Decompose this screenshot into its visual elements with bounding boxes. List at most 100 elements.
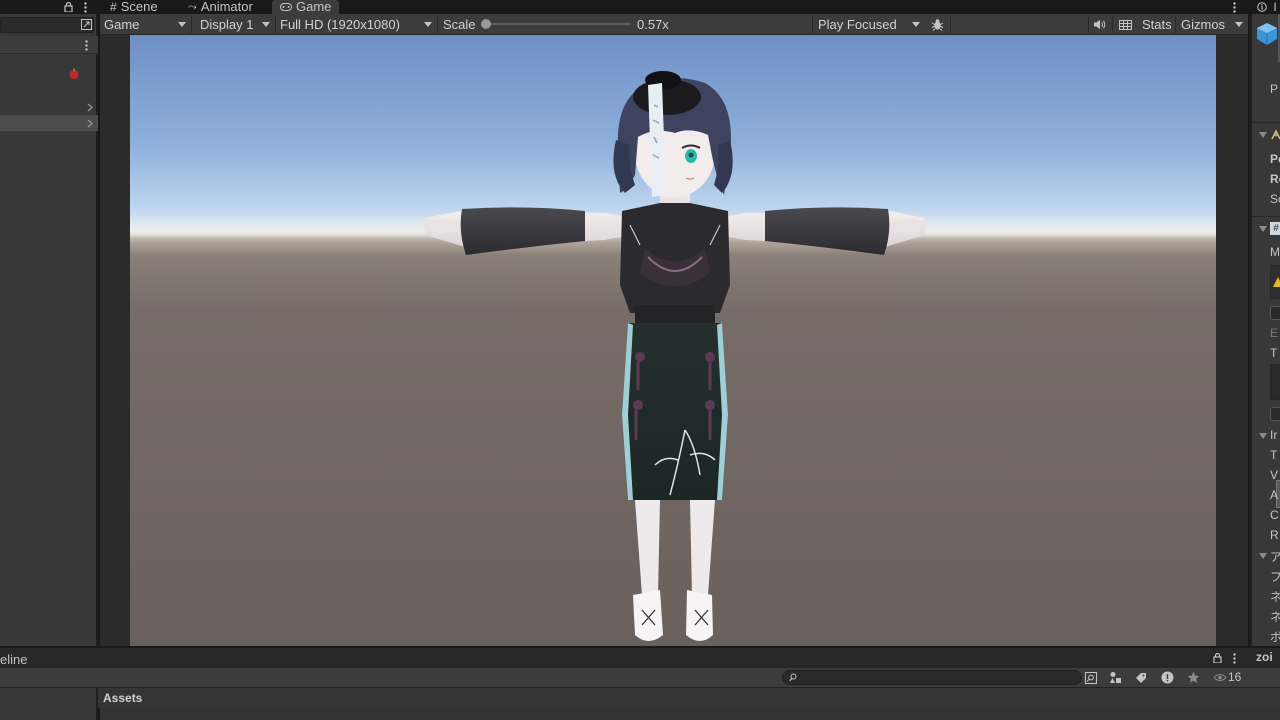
chevron-down-icon — [424, 22, 432, 27]
project-search-input[interactable] — [782, 670, 1082, 685]
star-icon[interactable] — [1186, 670, 1200, 685]
view-mode-dropdown[interactable]: Game — [100, 16, 190, 33]
display-label: Display 1 — [200, 17, 254, 32]
info-icon[interactable] — [1256, 1, 1268, 13]
resolution-dropdown[interactable]: Full HD (1920x1080) — [276, 16, 436, 33]
display-dropdown[interactable]: Display 1 — [196, 16, 274, 33]
hierarchy-panel — [0, 14, 98, 646]
toolbar-divider — [1112, 16, 1113, 33]
scale-slider-handle[interactable] — [481, 19, 491, 29]
kebab-menu-icon[interactable] — [1229, 651, 1239, 665]
inspector-field-label: T — [1270, 448, 1278, 462]
inspector-field-label: A — [1270, 488, 1279, 502]
hierarchy-row[interactable] — [0, 99, 98, 115]
inspector-tab-fragment[interactable]: I — [1270, 1, 1280, 13]
inspector-toggle[interactable] — [1270, 407, 1280, 421]
kebab-menu-icon[interactable] — [1229, 1, 1239, 13]
inspector-field-label: Ro — [1270, 172, 1280, 186]
play-mode-dropdown[interactable]: Play Focused — [814, 16, 924, 33]
inspector-field[interactable] — [1270, 364, 1280, 400]
search-icon — [788, 672, 798, 683]
kebab-menu-icon[interactable] — [80, 1, 90, 13]
inspector-field-label: Ir — [1270, 428, 1278, 442]
hash-icon: # — [110, 0, 117, 14]
tab-animator-label: Animator — [200, 0, 253, 14]
inspector-divider — [1252, 216, 1280, 217]
gamepad-icon — [280, 1, 292, 13]
filter-by-type-icon[interactable] — [1108, 670, 1122, 685]
window-tab-strip: # Scene ⤳ Animator Game I — [0, 0, 1280, 14]
foldout-arrow-icon[interactable] — [1259, 226, 1267, 232]
bottom-tab-bar: eline zoi — [0, 646, 1280, 668]
bug-icon[interactable] — [929, 17, 945, 32]
log-type-icon[interactable] — [1160, 670, 1174, 685]
hierarchy-row-selected[interactable] — [0, 115, 98, 131]
inspector-field-label: ボ — [1270, 628, 1280, 645]
inspector-panel: P Po Ro Sc # M E T Ir T V A C R ア フ ネ ネ … — [1250, 14, 1280, 646]
filter-by-label-icon[interactable] — [1134, 670, 1148, 685]
hidden-count: 16 — [1228, 670, 1242, 684]
inspector-field-label: ネ — [1270, 588, 1280, 605]
project-folder-tree — [0, 688, 98, 720]
foldout-arrow-icon[interactable] — [1259, 553, 1267, 559]
view-mode-label: Game — [104, 17, 140, 32]
grid-icon[interactable] — [1117, 17, 1133, 32]
search-scope-icon[interactable] — [1084, 670, 1098, 685]
maximize-icon[interactable] — [79, 17, 93, 31]
lock-icon[interactable] — [1211, 651, 1223, 665]
toolbar-divider — [191, 16, 192, 33]
game-render-viewport[interactable] — [130, 35, 1216, 646]
stats-button[interactable]: Stats — [1142, 17, 1172, 32]
inspector-field-label: Sc — [1270, 192, 1280, 206]
recording-icon — [67, 67, 81, 81]
prefab-cube-icon — [1256, 22, 1280, 46]
inspector-text: P — [1270, 82, 1279, 96]
character-model — [423, 71, 927, 641]
foldout-arrow-icon[interactable] — [1259, 433, 1267, 439]
tab-timeline[interactable]: eline — [0, 652, 27, 667]
tab-game-label: Game — [296, 0, 332, 14]
chevron-right-icon[interactable] — [86, 101, 94, 113]
speaker-icon[interactable] — [1091, 17, 1107, 32]
project-assets-grid[interactable] — [100, 708, 1280, 720]
eye-icon[interactable] — [1212, 670, 1228, 685]
gizmos-dropdown[interactable] — [1230, 16, 1246, 33]
chevron-down-icon — [912, 22, 920, 27]
scale-slider-track[interactable] — [486, 23, 631, 25]
inspector-field-label: R — [1270, 528, 1279, 542]
script-icon: # — [1270, 222, 1280, 235]
chevron-down-icon — [178, 22, 186, 27]
inspector-toggle[interactable] — [1270, 306, 1280, 320]
chevron-down-icon — [1235, 22, 1243, 27]
lock-icon[interactable] — [62, 1, 74, 13]
scale-label: Scale — [443, 17, 476, 32]
warning-box — [1270, 265, 1280, 299]
inspector-field-label: T — [1270, 346, 1278, 360]
chevron-down-icon — [262, 22, 270, 27]
inspector-field-label: M — [1270, 245, 1280, 259]
gizmos-button[interactable]: Gizmos — [1181, 17, 1225, 32]
inspector-field-label: C — [1270, 508, 1279, 522]
inspector-divider — [1252, 122, 1280, 123]
toolbar-divider — [1088, 16, 1089, 33]
tab-scene-label: Scene — [120, 0, 158, 14]
toolbar-divider — [812, 16, 813, 33]
toolbar-divider — [437, 16, 438, 33]
breadcrumb-bar — [0, 688, 1280, 708]
inspector-field-label: ア — [1270, 548, 1280, 565]
breadcrumb[interactable]: Assets — [103, 691, 142, 705]
tab-animator[interactable]: ⤳ Animator — [180, 0, 261, 14]
inspector-field-label: Po — [1270, 152, 1280, 166]
inspector-bottom-label: zoi — [1256, 650, 1273, 664]
game-view-toolbar: Game Display 1 Full HD (1920x1080) Scale… — [100, 14, 1248, 35]
tab-scene[interactable]: # Scene — [102, 0, 166, 14]
warning-icon — [1273, 277, 1280, 287]
game-view[interactable] — [100, 35, 1248, 646]
kebab-menu-icon[interactable] — [81, 38, 91, 52]
inspector-field-label: フ — [1270, 568, 1280, 585]
foldout-arrow-icon[interactable] — [1259, 132, 1267, 138]
tab-game[interactable]: Game — [272, 0, 340, 14]
scale-value: 0.57x — [637, 17, 669, 32]
chevron-right-icon[interactable] — [86, 117, 94, 129]
animator-icon: ⤳ — [188, 1, 197, 13]
